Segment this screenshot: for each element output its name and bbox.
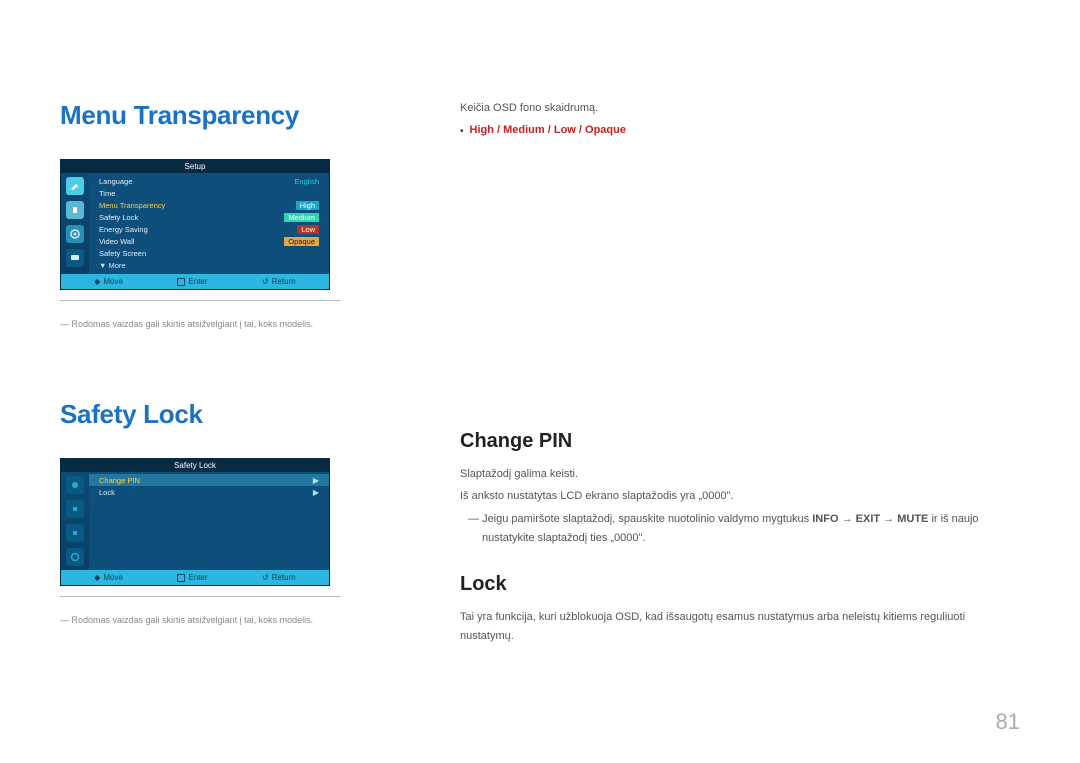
change-pin-line3: ― Jeigu pamiršote slaptažodį, spauskite … — [460, 510, 1020, 547]
return-icon: ↺ — [262, 277, 269, 286]
osd-safetylock-screenshot: Safety Lock Change PIN▶ Lock▶ ◆Move — [60, 458, 330, 586]
menu-transparency-block: Menu Transparency Setup LanguageEnglish … — [60, 100, 420, 329]
osd-title: Setup — [61, 160, 329, 173]
enter-icon — [177, 574, 185, 582]
osd-sidebar-icon — [66, 225, 84, 243]
osd-setup-screenshot: Setup LanguageEnglish Time Menu Transpar… — [60, 159, 330, 290]
divider — [60, 300, 340, 301]
bullet-icon: • — [460, 124, 464, 140]
osd-row: Video WallOpaque — [89, 235, 329, 247]
enter-icon — [177, 278, 185, 286]
return-icon: ↺ — [262, 573, 269, 582]
lock-line1: Tai yra funkcija, kuri užblokuoja OSD, k… — [460, 608, 1020, 645]
menu-transparency-description: Keičia OSD fono skaidrumą. • High / Medi… — [460, 100, 1020, 140]
change-pin-line1: Slaptažodį galima keisti. — [460, 465, 1020, 484]
options-red-text: High / Medium / Low / Opaque — [470, 124, 626, 136]
osd-sidebar-icon — [66, 524, 84, 542]
osd-more: ▼ More — [89, 259, 329, 272]
disclaimer-text: ― Rodomas vaizdas gali skirtis atsižvelg… — [60, 319, 420, 329]
osd-row-selected: Change PIN▶ — [89, 474, 329, 486]
osd-footer: ◆Move Enter ↺Return — [61, 570, 329, 585]
osd-footer: ◆Move Enter ↺Return — [61, 274, 329, 289]
osd-sidebar-icon — [66, 548, 84, 566]
safety-lock-heading: Safety Lock — [60, 399, 420, 430]
osd-row: Lock▶ — [89, 486, 329, 498]
osd-row: Time — [89, 187, 329, 199]
menu-transparency-heading: Menu Transparency — [60, 100, 420, 131]
disclaimer-text: ― Rodomas vaizdas gali skirtis atsižvelg… — [60, 615, 420, 625]
osd-sidebar-icon — [66, 476, 84, 494]
osd-row-selected: Menu TransparencyHigh — [89, 199, 329, 211]
change-pin-heading: Change PIN — [460, 430, 1020, 453]
body-text: Keičia OSD fono skaidrumą. — [460, 100, 1020, 118]
osd-sidebar-icon — [66, 249, 84, 267]
osd-sidebar — [61, 472, 89, 570]
osd-sidebar-icon — [66, 201, 84, 219]
lock-heading: Lock — [460, 573, 1020, 596]
osd-title: Safety Lock — [61, 459, 329, 472]
page-number: 81 — [996, 709, 1020, 735]
osd-row: Safety Screen — [89, 247, 329, 259]
osd-list: LanguageEnglish Time Menu TransparencyHi… — [89, 173, 329, 274]
osd-row: Energy SavingLow — [89, 223, 329, 235]
move-icon: ◆ — [94, 573, 100, 582]
osd-sidebar-icon — [66, 500, 84, 518]
safety-lock-block: Safety Lock Safety Lock Change PIN▶ Lock… — [60, 399, 420, 625]
osd-row: Safety LockMedium — [89, 211, 329, 223]
osd-row: LanguageEnglish — [89, 175, 329, 187]
divider — [60, 596, 340, 597]
osd-sidebar — [61, 173, 89, 274]
change-pin-line2: Iš anksto nustatytas LCD ekrano slaptažo… — [460, 487, 1020, 506]
osd-list: Change PIN▶ Lock▶ — [89, 472, 329, 570]
move-icon: ◆ — [94, 277, 100, 286]
osd-sidebar-icon — [66, 177, 84, 195]
